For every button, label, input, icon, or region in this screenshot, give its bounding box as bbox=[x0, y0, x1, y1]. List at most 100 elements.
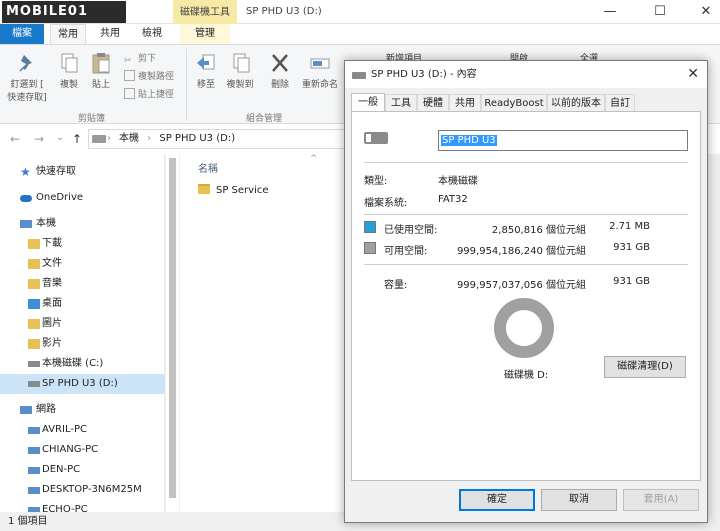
usb-drive-icon bbox=[28, 381, 40, 387]
tab-customize[interactable]: 自訂 bbox=[605, 94, 635, 111]
nav-network-pc[interactable]: ECHO-PC bbox=[0, 500, 165, 512]
documents-folder-icon bbox=[28, 259, 40, 269]
sort-arrow-icon: ^ bbox=[310, 154, 318, 164]
drive-icon bbox=[92, 135, 106, 143]
cancel-button[interactable]: 取消 bbox=[541, 489, 617, 511]
filesystem-label: 檔案系統: bbox=[364, 198, 408, 209]
tab-manage[interactable]: 管理 bbox=[180, 24, 230, 44]
tab-general[interactable]: 一般 bbox=[351, 93, 385, 111]
nav-scrollbar[interactable] bbox=[166, 154, 179, 512]
drive-tools-context-tab[interactable]: 磁碟機工具 bbox=[173, 0, 237, 24]
scissors-icon: ✂ bbox=[124, 56, 132, 66]
address-bar[interactable]: › 本機 › SP PHD U3 (D:) bbox=[88, 129, 346, 149]
nav-desktop[interactable]: 桌面 bbox=[0, 294, 165, 314]
column-header-name[interactable]: 名稱 bbox=[198, 160, 218, 175]
nav-network-pc[interactable]: DESKTOP-3N6M25M bbox=[0, 480, 165, 500]
paste-shortcut-button[interactable]: 貼上捷徑 bbox=[124, 87, 174, 100]
move-to-button[interactable]: 移至 bbox=[192, 51, 220, 90]
music-folder-icon bbox=[28, 279, 40, 289]
copy-icon bbox=[61, 53, 78, 73]
breadcrumb-this-pc[interactable]: 本機 bbox=[119, 133, 139, 144]
nav-onedrive[interactable]: OneDrive bbox=[0, 188, 165, 208]
nav-pictures[interactable]: 圖片 bbox=[0, 314, 165, 334]
cloud-icon bbox=[20, 195, 32, 202]
drive-icon bbox=[364, 132, 388, 144]
back-button[interactable]: ← bbox=[10, 132, 20, 146]
organize-group-label: 組合管理 bbox=[246, 114, 283, 124]
disk-cleanup-button[interactable]: 磁碟清理(D) bbox=[604, 356, 686, 378]
downloads-folder-icon bbox=[28, 239, 40, 249]
breadcrumb-separator: › bbox=[147, 133, 152, 144]
list-item[interactable]: SP Service bbox=[198, 184, 269, 196]
window-title: SP PHD U3 (D:) bbox=[246, 6, 322, 17]
nav-network-pc[interactable]: AVRIL-PC bbox=[0, 420, 165, 440]
ribbon-tab-bar: 檔案 常用 共用 檢視 管理 bbox=[0, 24, 720, 44]
tab-share[interactable]: 共用 bbox=[92, 24, 128, 44]
copy-to-icon bbox=[233, 53, 250, 73]
volume-name-input[interactable]: SP PHD U3 bbox=[438, 130, 688, 151]
scrollbar-thumb[interactable] bbox=[169, 158, 176, 498]
pin-quick-access-button[interactable]: 釘選到 [快速存取] bbox=[4, 51, 50, 103]
type-label: 類型: bbox=[364, 176, 388, 187]
nav-this-pc[interactable]: 本機 bbox=[0, 214, 165, 234]
computer-icon bbox=[28, 487, 40, 494]
recent-locations-button[interactable]: ⌄ bbox=[56, 132, 64, 143]
nav-local-disk-c[interactable]: 本機磁碟 (C:) bbox=[0, 354, 165, 374]
tab-readyboost[interactable]: ReadyBoost bbox=[481, 94, 547, 111]
tab-hardware[interactable]: 硬體 bbox=[417, 94, 449, 111]
shortcut-icon bbox=[124, 88, 135, 99]
paste-button[interactable]: 貼上 bbox=[88, 51, 114, 90]
rename-button[interactable]: 重新命名 bbox=[298, 51, 342, 90]
nav-quick-access[interactable]: ★ 快速存取 bbox=[0, 162, 165, 182]
delete-button[interactable]: 刪除 bbox=[266, 51, 294, 90]
ribbon-separator bbox=[186, 49, 187, 121]
nav-videos[interactable]: 影片 bbox=[0, 334, 165, 354]
tab-sharing[interactable]: 共用 bbox=[449, 94, 481, 111]
network-icon bbox=[20, 406, 32, 414]
copy-button[interactable]: 複製 bbox=[56, 51, 82, 90]
breadcrumb-drive[interactable]: SP PHD U3 (D:) bbox=[159, 133, 235, 144]
tab-home[interactable]: 常用 bbox=[50, 24, 86, 44]
copy-to-button[interactable]: 複製到 bbox=[224, 51, 256, 90]
breadcrumb-separator: › bbox=[107, 133, 111, 144]
nav-music[interactable]: 音樂 bbox=[0, 274, 165, 294]
copy-path-button[interactable]: 複製路徑 bbox=[124, 69, 174, 82]
computer-icon bbox=[28, 427, 40, 434]
nav-sp-drive[interactable]: SP PHD U3 (D:) bbox=[0, 374, 165, 394]
tab-file[interactable]: 檔案 bbox=[0, 24, 44, 44]
free-space-swatch bbox=[364, 242, 376, 254]
up-button[interactable]: ↑ bbox=[72, 132, 82, 146]
tab-view[interactable]: 檢視 bbox=[134, 24, 170, 44]
nav-network-pc[interactable]: DEN-PC bbox=[0, 460, 165, 480]
folder-icon bbox=[198, 184, 210, 194]
nav-documents[interactable]: 文件 bbox=[0, 254, 165, 274]
forward-button[interactable]: → bbox=[34, 132, 44, 146]
cut-button[interactable]: ✂ 剪下 bbox=[124, 51, 156, 67]
dialog-title: SP PHD U3 (D:) - 內容 bbox=[371, 69, 477, 80]
capacity-bytes: 999,957,037,056 個位元組 bbox=[456, 280, 586, 291]
divider bbox=[364, 214, 688, 215]
rename-icon bbox=[310, 58, 330, 69]
dialog-close-button[interactable]: ✕ bbox=[687, 61, 699, 88]
videos-folder-icon bbox=[28, 339, 40, 349]
free-space-size: 931 GB bbox=[613, 242, 650, 253]
paste-icon bbox=[92, 53, 110, 74]
nav-network-pc[interactable]: CHIANG-PC bbox=[0, 440, 165, 460]
navigation-pane: ★ 快速存取 OneDrive 本機 下載 文件 音樂 桌面 圖片 影片 本機磁… bbox=[0, 154, 165, 512]
tab-tools[interactable]: 工具 bbox=[385, 94, 417, 111]
copy-path-icon bbox=[124, 70, 135, 81]
maximize-button[interactable]: ☐ bbox=[638, 0, 682, 24]
nav-downloads[interactable]: 下載 bbox=[0, 234, 165, 254]
apply-button[interactable]: 套用(A) bbox=[623, 489, 699, 511]
minimize-button[interactable]: — bbox=[588, 0, 632, 24]
drive-icon bbox=[352, 72, 366, 79]
close-window-button[interactable]: ✕ bbox=[684, 0, 720, 24]
drive-letter-label: 磁碟機 D: bbox=[504, 370, 549, 381]
used-space-swatch bbox=[364, 221, 376, 233]
divider bbox=[364, 264, 688, 265]
tab-previous-versions[interactable]: 以前的版本 bbox=[547, 94, 605, 111]
ok-button[interactable]: 確定 bbox=[459, 489, 535, 511]
nav-network[interactable]: 網路 bbox=[0, 400, 165, 420]
explorer-title-bar: MOBILE01 磁碟機工具 SP PHD U3 (D:) — ☐ ✕ bbox=[0, 0, 720, 24]
computer-icon bbox=[28, 447, 40, 454]
